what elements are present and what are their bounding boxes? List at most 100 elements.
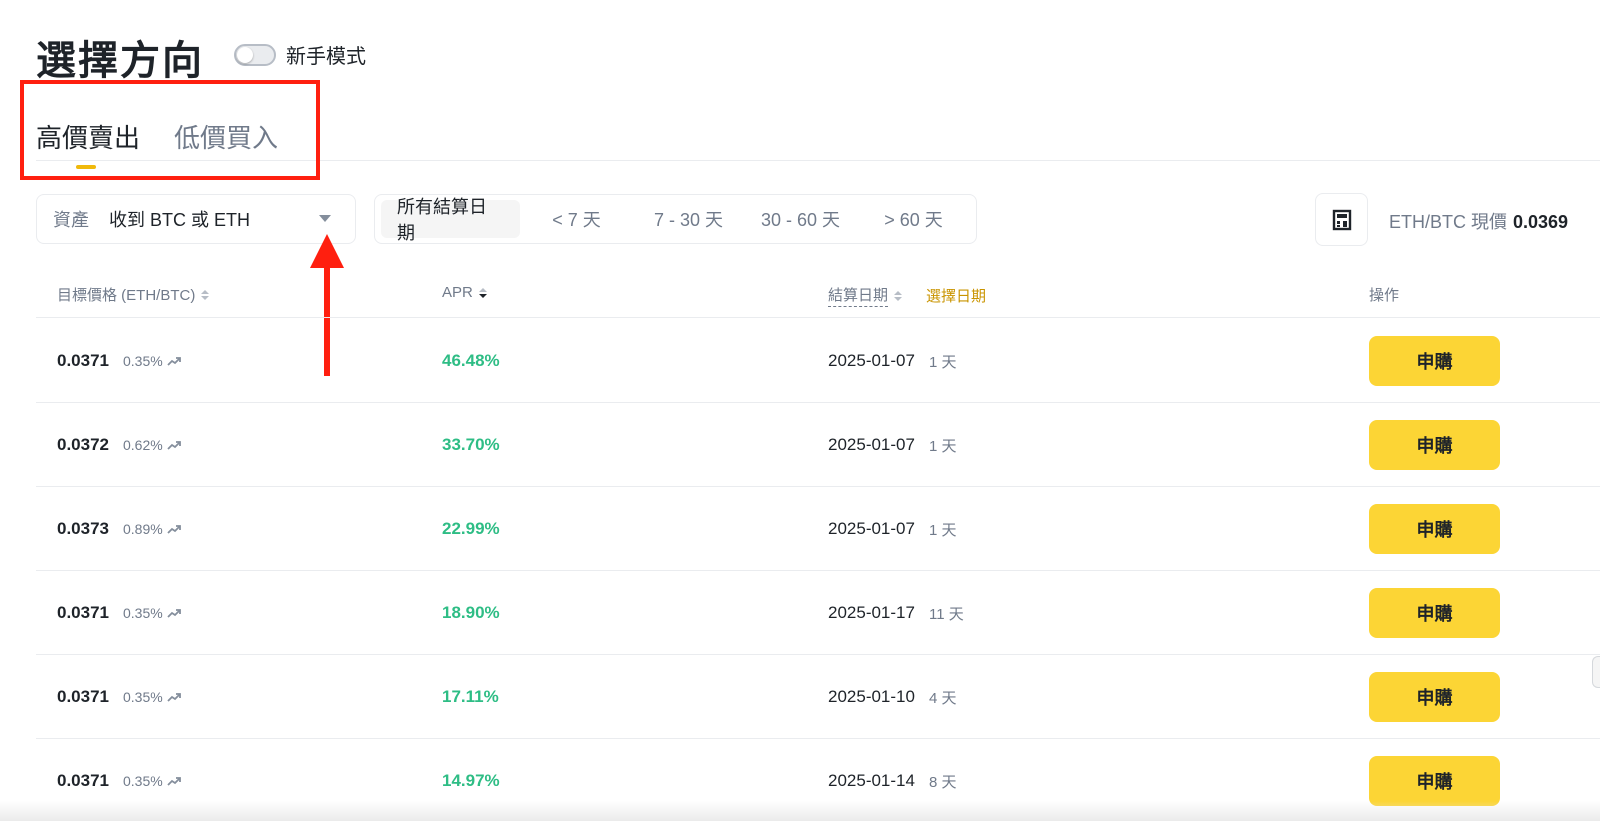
header-apr-label: APR: [442, 284, 473, 301]
target-price: 0.0371: [57, 603, 109, 622]
days-remaining: 4 天: [928, 689, 957, 707]
table-row: 0.0373 0.89% 22.99% 2025-01-07 1 天 申購: [36, 487, 1600, 571]
period-7-30[interactable]: 7 - 30 天: [633, 200, 744, 238]
target-price: 0.0371: [57, 351, 109, 370]
header-target-price-label: 目標價格 (ETH/BTC): [57, 287, 196, 304]
subscribe-button[interactable]: 申購: [1369, 588, 1500, 638]
settle-date: 2025-01-14: [828, 771, 915, 790]
apr-cell: 22.99%: [442, 487, 500, 571]
current-price-value: 0.0369: [1513, 212, 1569, 232]
target-price-cell: 0.0371 0.35%: [57, 319, 181, 403]
action-cell: 申購: [1369, 655, 1500, 739]
apr-cell: 46.48%: [442, 319, 500, 403]
settle-date: 2025-01-07: [828, 435, 915, 454]
trend-up-icon: [167, 357, 181, 366]
subscribe-button[interactable]: 申購: [1369, 504, 1500, 554]
table-row: 0.0371 0.35% 17.11% 2025-01-10 4 天 申購: [36, 655, 1600, 739]
action-cell: 申購: [1369, 487, 1500, 571]
calculator-icon: [1332, 209, 1351, 230]
scroll-handle[interactable]: [1592, 656, 1600, 688]
apr-value: 14.97%: [442, 771, 500, 790]
settle-date: 2025-01-07: [828, 519, 915, 538]
target-price: 0.0373: [57, 519, 109, 538]
target-price-cell: 0.0371 0.35%: [57, 655, 181, 739]
table-row: 0.0371 0.35% 46.48% 2025-01-07 1 天 申購: [36, 319, 1600, 403]
action-cell: 申購: [1369, 403, 1500, 487]
price-change-pct: 0.35%: [123, 605, 163, 621]
asset-select-value: 收到 BTC 或 ETH: [109, 210, 251, 230]
sort-icon: [478, 287, 487, 298]
trend-up-icon: [167, 441, 181, 450]
apr-cell: 18.90%: [442, 571, 500, 655]
table-header: 目標價格 (ETH/BTC) APR 結算日期 選擇日期 操作: [36, 278, 1600, 318]
days-remaining: 1 天: [928, 353, 957, 371]
period-30-60[interactable]: 30 - 60 天: [744, 200, 857, 238]
days-remaining: 11 天: [928, 605, 964, 623]
current-price-label: ETH/BTC 現價: [1389, 212, 1508, 232]
header-target-price[interactable]: 目標價格 (ETH/BTC): [57, 284, 210, 305]
settle-date: 2025-01-10: [828, 687, 915, 706]
days-remaining: 8 天: [928, 773, 957, 791]
trend-up-icon: [167, 777, 181, 786]
settle-date-cell: 2025-01-17 11 天: [828, 571, 964, 655]
current-price-info: ETH/BTC 現價 0.0369: [1389, 208, 1568, 234]
apr-value: 33.70%: [442, 435, 500, 454]
price-change-pct: 0.35%: [123, 353, 163, 369]
page-title: 選擇方向: [36, 39, 204, 83]
days-remaining: 1 天: [928, 521, 957, 539]
action-cell: 申購: [1369, 571, 1500, 655]
header-settle-date-label: 結算日期: [828, 284, 889, 307]
beginner-mode-toggle[interactable]: 新手模式: [234, 40, 366, 69]
action-cell: 申購: [1369, 319, 1500, 403]
settlement-period-filter: 所有結算日期 < 7 天 7 - 30 天 30 - 60 天 > 60 天: [374, 194, 977, 244]
target-price-cell: 0.0373 0.89%: [57, 487, 181, 571]
price-change-pct: 0.35%: [123, 689, 163, 705]
settle-date-cell: 2025-01-07 1 天: [828, 403, 956, 487]
highlight-box-annotation: [20, 80, 320, 180]
apr-value: 22.99%: [442, 519, 500, 538]
sort-icon: [201, 289, 210, 300]
settle-date: 2025-01-17: [828, 603, 915, 622]
subscribe-button[interactable]: 申購: [1369, 420, 1500, 470]
apr-cell: 33.70%: [442, 403, 500, 487]
toggle-knob: [237, 46, 253, 63]
header-apr[interactable]: APR: [442, 284, 487, 301]
settle-date-cell: 2025-01-10 4 天: [828, 655, 956, 739]
table-row: 0.0372 0.62% 33.70% 2025-01-07 1 天 申購: [36, 403, 1600, 487]
apr-value: 18.90%: [442, 603, 500, 622]
header-action-label: 操作: [1369, 287, 1400, 304]
target-price: 0.0372: [57, 435, 109, 454]
price-change-pct: 0.62%: [123, 437, 163, 453]
calculator-button[interactable]: [1315, 193, 1368, 246]
asset-select-label: 資產: [53, 210, 89, 230]
price-change-pct: 0.35%: [123, 773, 163, 789]
toggle-switch[interactable]: [234, 43, 276, 66]
subscribe-button[interactable]: 申購: [1369, 336, 1500, 386]
target-price-cell: 0.0372 0.62%: [57, 403, 181, 487]
settle-date: 2025-01-07: [828, 351, 915, 370]
beginner-mode-label: 新手模式: [286, 46, 366, 68]
target-price: 0.0371: [57, 771, 109, 790]
table-row: 0.0371 0.35% 18.90% 2025-01-17 11 天 申購: [36, 571, 1600, 655]
period-lt-7[interactable]: < 7 天: [520, 200, 633, 238]
bottom-fade: [0, 801, 1600, 821]
select-date-link[interactable]: 選擇日期: [926, 285, 986, 306]
period-all[interactable]: 所有結算日期: [381, 197, 521, 243]
trend-up-icon: [167, 609, 181, 618]
target-price: 0.0371: [57, 687, 109, 706]
settle-date-cell: 2025-01-07 1 天: [828, 319, 956, 403]
days-remaining: 1 天: [928, 437, 957, 455]
subscribe-button[interactable]: 申購: [1369, 672, 1500, 722]
period-gt-60[interactable]: > 60 天: [857, 200, 970, 238]
sort-icon: [894, 290, 903, 301]
subscribe-button[interactable]: 申購: [1369, 756, 1500, 806]
header-settle-date[interactable]: 結算日期 選擇日期: [828, 284, 986, 307]
price-change-pct: 0.89%: [123, 521, 163, 537]
apr-cell: 17.11%: [442, 655, 499, 739]
asset-select[interactable]: 資產 收到 BTC 或 ETH: [36, 194, 356, 244]
caret-down-icon: [319, 215, 331, 222]
trend-up-icon: [167, 525, 181, 534]
target-price-cell: 0.0371 0.35%: [57, 571, 181, 655]
apr-value: 17.11%: [442, 687, 499, 706]
apr-value: 46.48%: [442, 351, 500, 370]
